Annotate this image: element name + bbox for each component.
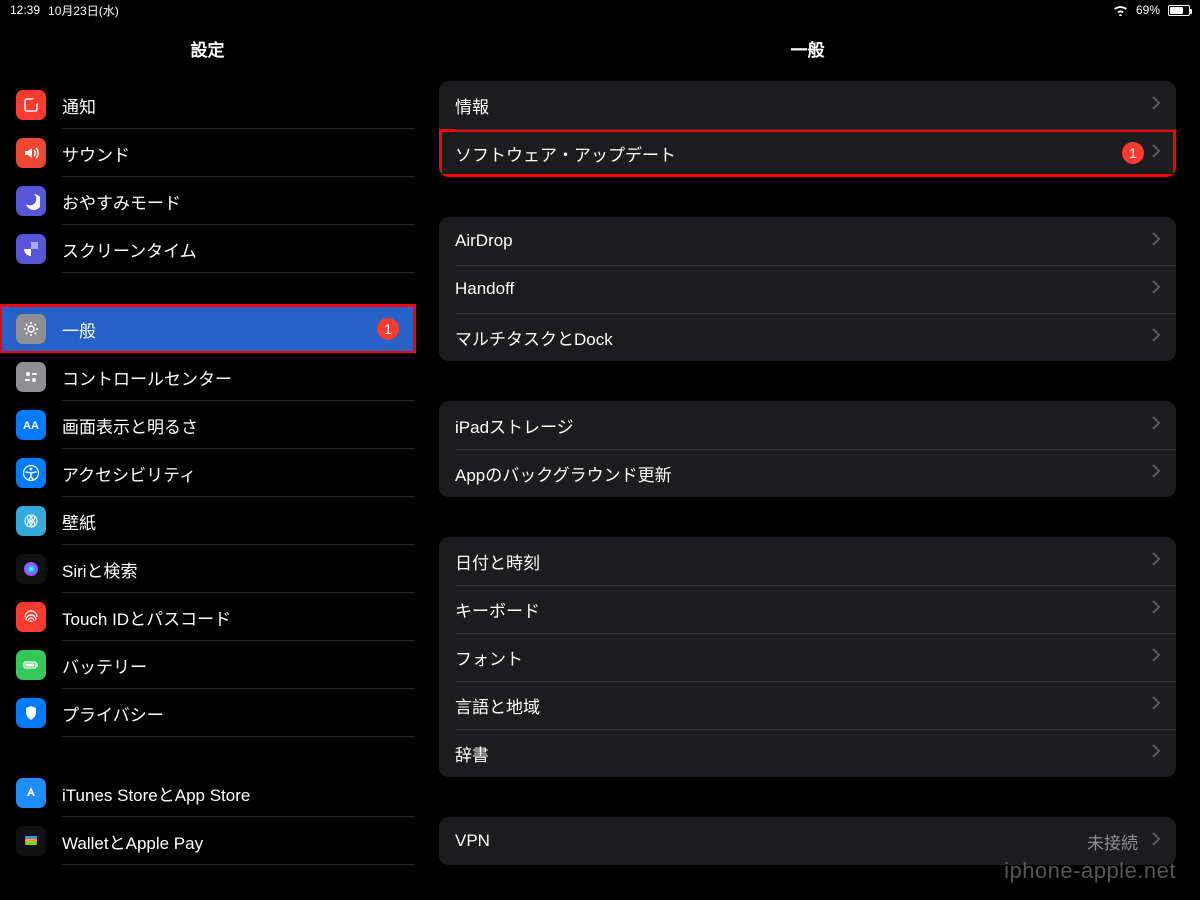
row-label: マルチタスクとDock — [455, 325, 613, 350]
chevron-right-icon — [1152, 648, 1160, 667]
sidebar-item-wallet[interactable]: WalletとApple Pay — [0, 817, 415, 865]
sidebar-item-screentime[interactable]: スクリーンタイム — [0, 225, 415, 273]
chevron-right-icon — [1152, 464, 1160, 483]
row-label: 言語と地域 — [455, 693, 540, 718]
battery-icon — [1168, 5, 1190, 16]
sidebar-item-wallpaper[interactable]: 壁紙 — [0, 497, 415, 545]
screentime-icon — [16, 234, 46, 264]
row-label: Handoff — [455, 279, 514, 299]
sidebar-item-label: バッテリー — [62, 653, 147, 678]
detail-row-handoff[interactable]: Handoff — [439, 265, 1176, 313]
sidebar-item-label: サウンド — [62, 141, 130, 166]
dnd-icon — [16, 186, 46, 216]
wallet-icon — [16, 826, 46, 856]
chevron-right-icon — [1152, 96, 1160, 115]
detail-row-software-update[interactable]: ソフトウェア・アップデート 1 — [439, 129, 1176, 177]
chevron-right-icon — [1152, 832, 1160, 851]
sidebar-item-label: iTunes StoreとApp Store — [62, 781, 250, 806]
detail-row-keyboard[interactable]: キーボード — [439, 585, 1176, 633]
detail-row-airdrop[interactable]: AirDrop — [439, 217, 1176, 265]
sidebar-item-label: コントロールセンター — [62, 365, 232, 390]
detail-row-fonts[interactable]: フォント — [439, 633, 1176, 681]
detail-row-language[interactable]: 言語と地域 — [439, 681, 1176, 729]
badge: 1 — [377, 318, 399, 340]
detail-row-storage[interactable]: iPadストレージ — [439, 401, 1176, 449]
sidebar-item-privacy[interactable]: プライバシー — [0, 689, 415, 737]
row-label: Appのバックグラウンド更新 — [455, 461, 672, 486]
siri-icon — [16, 554, 46, 584]
row-label: 情報 — [455, 93, 489, 118]
chevron-right-icon — [1152, 552, 1160, 571]
detail-row-about[interactable]: 情報 — [439, 81, 1176, 129]
notifications-icon — [16, 90, 46, 120]
wallpaper-icon — [16, 506, 46, 536]
chevron-right-icon — [1152, 744, 1160, 763]
detail-row-dictionary[interactable]: 辞書 — [439, 729, 1176, 777]
chevron-right-icon — [1152, 232, 1160, 251]
row-label: キーボード — [455, 597, 540, 622]
chevron-right-icon — [1152, 696, 1160, 715]
detail-row-vpn[interactable]: VPN 未接続 — [439, 817, 1176, 865]
chevron-right-icon — [1152, 600, 1160, 619]
sidebar-item-label: Touch IDとパスコード — [62, 605, 231, 630]
row-label: 辞書 — [455, 741, 489, 766]
sidebar-item-label: アクセシビリティ — [62, 461, 196, 486]
row-label: ソフトウェア・アップデート — [455, 141, 676, 166]
touchid-icon — [16, 602, 46, 632]
row-label: フォント — [455, 645, 523, 670]
chevron-right-icon — [1152, 144, 1160, 163]
sidebar-item-notifications[interactable]: 通知 — [0, 81, 415, 129]
privacy-icon — [16, 698, 46, 728]
row-label: 日付と時刻 — [455, 549, 540, 574]
sidebar-item-battery[interactable]: バッテリー — [0, 641, 415, 689]
sidebar-item-dnd[interactable]: おやすみモード — [0, 177, 415, 225]
sidebar-item-label: 画面表示と明るさ — [62, 413, 198, 438]
sidebar-item-label: 一般 — [62, 317, 96, 342]
sounds-icon — [16, 138, 46, 168]
sidebar-item-label: 壁紙 — [62, 509, 96, 534]
sidebar-item-touchid[interactable]: Touch IDとパスコード — [0, 593, 415, 641]
detail-row-bg-refresh[interactable]: Appのバックグラウンド更新 — [439, 449, 1176, 497]
sidebar-item-label: 通知 — [62, 93, 96, 118]
status-bar: 12:39 10月23日(水) 69% — [0, 0, 1200, 20]
svg-text:AA: AA — [23, 420, 39, 432]
general-icon — [16, 314, 46, 344]
chevron-right-icon — [1152, 280, 1160, 299]
status-time: 12:39 — [10, 3, 40, 17]
sidebar-title: 設定 — [0, 20, 415, 81]
wifi-icon — [1113, 5, 1128, 16]
sidebar-item-control-center[interactable]: コントロールセンター — [0, 353, 415, 401]
sidebar-item-label: プライバシー — [62, 701, 164, 726]
control-center-icon — [16, 362, 46, 392]
sidebar-item-siri[interactable]: Siriと検索 — [0, 545, 415, 593]
detail-row-datetime[interactable]: 日付と時刻 — [439, 537, 1176, 585]
chevron-right-icon — [1152, 328, 1160, 347]
row-label: iPadストレージ — [455, 413, 574, 438]
appstore-icon — [16, 778, 46, 808]
sidebar-item-label: WalletとApple Pay — [62, 829, 203, 854]
chevron-right-icon — [1152, 416, 1160, 435]
sidebar: 設定 通知サウンドおやすみモードスクリーンタイム一般 1 コントロールセンター AA 画… — [0, 20, 415, 900]
badge: 1 — [1122, 142, 1144, 164]
sidebar-item-accessibility[interactable]: アクセシビリティ — [0, 449, 415, 497]
battery-icon — [16, 650, 46, 680]
detail-title: 一般 — [415, 20, 1200, 81]
row-value: 未接続 — [1087, 829, 1138, 854]
sidebar-item-general[interactable]: 一般 1 — [0, 305, 415, 353]
sidebar-item-sounds[interactable]: サウンド — [0, 129, 415, 177]
row-label: VPN — [455, 831, 490, 851]
sidebar-item-label: Siriと検索 — [62, 557, 138, 582]
battery-percent: 69% — [1136, 3, 1160, 17]
detail-pane: 一般 情報ソフトウェア・アップデート 1 AirDrop Handoff マルチタスクと… — [415, 20, 1200, 900]
detail-row-multitask[interactable]: マルチタスクとDock — [439, 313, 1176, 361]
sidebar-item-label: スクリーンタイム — [62, 237, 197, 262]
sidebar-item-label: おやすみモード — [62, 189, 181, 214]
row-label: AirDrop — [455, 231, 513, 251]
status-date: 10月23日(水) — [48, 2, 119, 19]
display-icon: AA — [16, 410, 46, 440]
sidebar-item-appstore[interactable]: iTunes StoreとApp Store — [0, 769, 415, 817]
accessibility-icon — [16, 458, 46, 488]
sidebar-item-display[interactable]: AA 画面表示と明るさ — [0, 401, 415, 449]
